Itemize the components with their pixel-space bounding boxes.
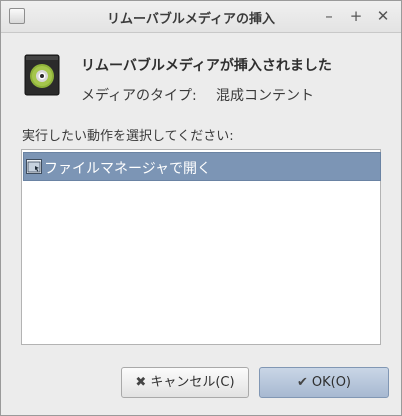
window-icon xyxy=(9,8,25,24)
close-button[interactable]: ✕ xyxy=(373,6,393,26)
header-title: リムーバブルメディアが挿入されました xyxy=(81,58,332,74)
minimize-button[interactable]: – xyxy=(319,6,339,26)
media-type-value: 混成コンテント xyxy=(216,88,314,104)
cross-icon: ✖ xyxy=(135,375,147,390)
cancel-button[interactable]: ✖ キャンセル(C) xyxy=(121,367,249,398)
action-list[interactable]: ファイルマネージャで開く xyxy=(21,149,381,345)
cancel-button-label: キャンセル(C) xyxy=(150,375,235,390)
window-title: リムーバブルメディアの挿入 xyxy=(107,12,275,27)
maximize-button[interactable]: + xyxy=(346,6,366,26)
optical-disc-icon xyxy=(24,54,60,96)
action-item-label: ファイルマネージャで開く xyxy=(44,161,212,177)
checkmark-icon: ✔ xyxy=(296,375,308,390)
ok-button-label: OK(O) xyxy=(311,375,352,390)
ok-button[interactable]: ✔ OK(O) xyxy=(259,367,389,398)
media-type-label: メディアのタイプ: xyxy=(81,88,197,104)
autorun-dialog: リムーバブルメディアの挿入 – + ✕ リムーバブルメディアが挿入されました メ… xyxy=(0,0,402,416)
title-bar[interactable]: リムーバブルメディアの挿入 – + ✕ xyxy=(1,1,401,33)
action-prompt: 実行したい動作を選択してください: xyxy=(22,129,234,144)
action-item-open-file-manager[interactable]: ファイルマネージャで開く xyxy=(23,152,381,181)
folder-icon xyxy=(26,159,42,174)
